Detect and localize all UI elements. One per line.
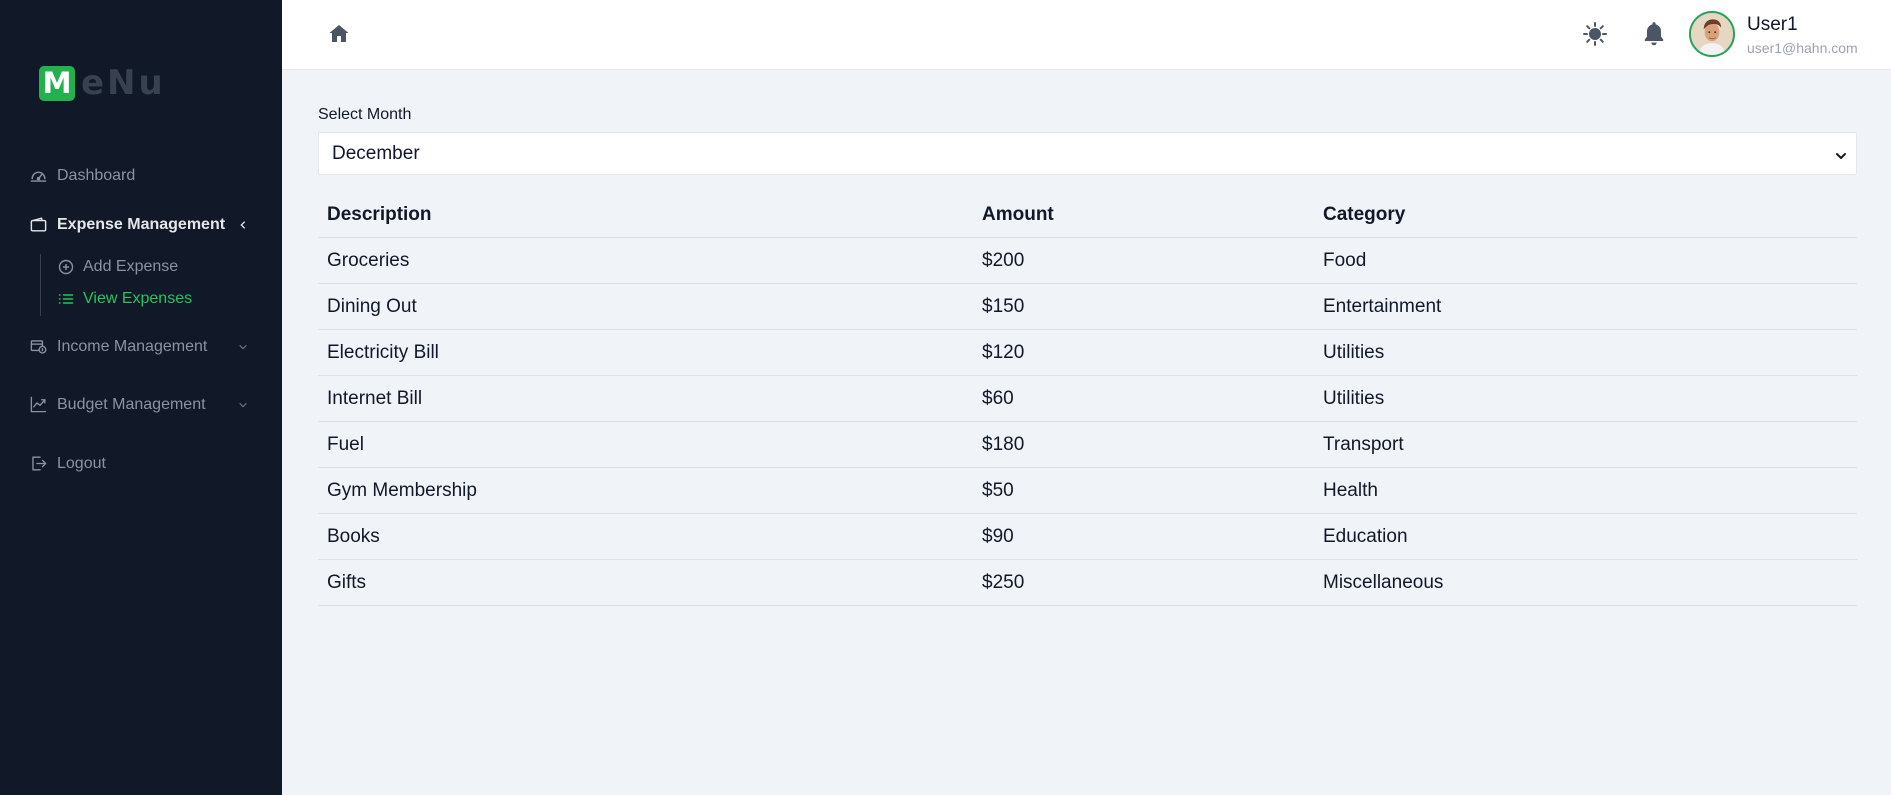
- chevron-down-icon: [237, 341, 249, 353]
- cell-amount: $180: [982, 433, 1025, 455]
- cell-description: Groceries: [327, 249, 410, 271]
- sidebar: M eNu Dashboard Expense Management Add E…: [0, 0, 282, 795]
- sun-icon[interactable]: [1581, 20, 1609, 48]
- cell-category: Transport: [1323, 433, 1404, 455]
- expenses-table: Description Amount Category Groceries $2…: [318, 192, 1857, 606]
- sidebar-item-label: Logout: [57, 454, 106, 472]
- cell-description: Books: [327, 525, 380, 547]
- sidebar-subitem-label: Add Expense: [83, 258, 179, 275]
- cell-description: Fuel: [327, 433, 364, 455]
- logo[interactable]: M eNu: [39, 63, 166, 103]
- chevron-left-icon: [237, 219, 249, 231]
- column-header-amount: Amount: [982, 203, 1054, 225]
- cell-description: Gifts: [327, 571, 367, 593]
- cell-category: Utilities: [1323, 387, 1385, 409]
- column-header-description: Description: [327, 203, 432, 225]
- cell-description: Dining Out: [327, 295, 417, 317]
- cell-amount: $50: [982, 479, 1014, 501]
- logo-text: eNu: [81, 63, 166, 103]
- home-icon[interactable]: [327, 22, 351, 46]
- list-icon: [58, 291, 74, 307]
- cell-category: Food: [1323, 249, 1367, 271]
- sidebar-item-budget-management[interactable]: Budget Management: [29, 395, 249, 414]
- sidebar-item-label: Budget Management: [57, 395, 206, 413]
- logo-mark: M: [39, 65, 75, 101]
- submenu-divider: [40, 254, 41, 316]
- cell-category: Education: [1323, 525, 1408, 547]
- table-row: Gifts $250 Miscellaneous: [318, 560, 1857, 606]
- sidebar-item-logout[interactable]: Logout: [29, 454, 249, 473]
- table-row: Groceries $200 Food: [318, 238, 1857, 284]
- select-month-label: Select Month: [318, 106, 412, 123]
- gauge-icon: [29, 166, 48, 185]
- cell-category: Utilities: [1323, 341, 1385, 363]
- sidebar-subitem-add-expense[interactable]: Add Expense: [58, 258, 178, 276]
- sidebar-subitem-label: View Expenses: [83, 290, 193, 307]
- table-header: Description Amount Category: [318, 192, 1857, 238]
- sidebar-item-label: Expense Management: [57, 215, 226, 233]
- cell-description: Internet Bill: [327, 387, 423, 409]
- plus-circle-icon: [58, 259, 74, 275]
- cell-category: Health: [1323, 479, 1378, 501]
- table-row: Electricity Bill $120 Utilities: [318, 330, 1857, 376]
- table-row: Gym Membership $50 Health: [318, 468, 1857, 514]
- chevron-down-icon: [1834, 147, 1848, 161]
- cell-amount: $90: [982, 525, 1014, 547]
- sidebar-item-income-management[interactable]: Income Management: [29, 337, 249, 356]
- topbar: User1 user1@hahn.com: [282, 0, 1891, 70]
- month-select[interactable]: December: [318, 132, 1857, 175]
- sidebar-item-label: Income Management: [57, 337, 208, 355]
- cell-amount: $250: [982, 571, 1025, 593]
- wallet-icon: [29, 215, 48, 234]
- chevron-down-icon: [237, 399, 249, 411]
- avatar[interactable]: [1689, 11, 1735, 57]
- cell-description: Gym Membership: [327, 479, 477, 501]
- user-name: User1: [1747, 14, 1798, 35]
- table-row: Internet Bill $60 Utilities: [318, 376, 1857, 422]
- month-select-value: December: [332, 142, 420, 164]
- user-email: user1@hahn.com: [1747, 40, 1858, 56]
- cell-category: Entertainment: [1323, 295, 1442, 317]
- cell-amount: $60: [982, 387, 1014, 409]
- table-row: Fuel $180 Transport: [318, 422, 1857, 468]
- logout-icon: [29, 454, 48, 473]
- chart-line-icon: [29, 395, 48, 414]
- bell-icon[interactable]: [1641, 20, 1667, 48]
- cell-amount: $120: [982, 341, 1025, 363]
- sidebar-item-expense-management[interactable]: Expense Management: [29, 215, 249, 234]
- sidebar-item-dashboard[interactable]: Dashboard: [29, 166, 249, 185]
- cell-category: Miscellaneous: [1323, 571, 1444, 593]
- sidebar-item-label: Dashboard: [57, 166, 136, 184]
- cell-amount: $150: [982, 295, 1025, 317]
- cell-description: Electricity Bill: [327, 341, 439, 363]
- cell-amount: $200: [982, 249, 1025, 271]
- income-icon: [29, 337, 48, 356]
- sidebar-subitem-view-expenses[interactable]: View Expenses: [58, 290, 192, 308]
- table-row: Dining Out $150 Entertainment: [318, 284, 1857, 330]
- table-row: Books $90 Education: [318, 514, 1857, 560]
- column-header-category: Category: [1323, 203, 1406, 225]
